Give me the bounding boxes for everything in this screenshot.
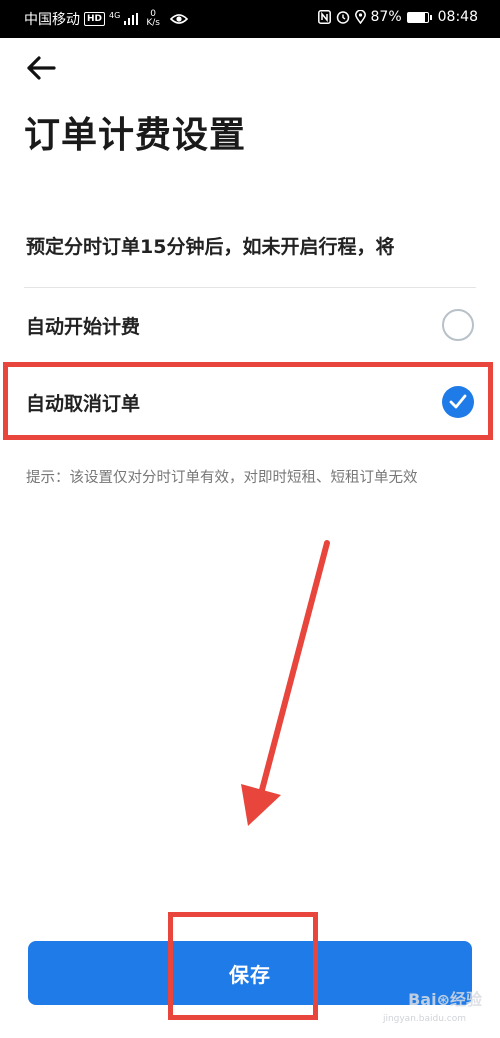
watermark-url: jingyan.baidu.com xyxy=(382,1014,466,1024)
annotation-arrow xyxy=(241,540,330,826)
watermark-logo: Bai⊛经验 xyxy=(408,990,482,1009)
